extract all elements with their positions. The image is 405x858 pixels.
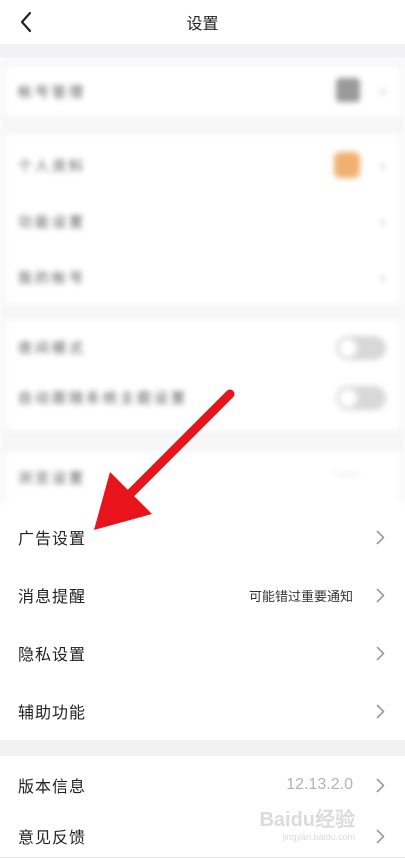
chevron-right-icon bbox=[373, 828, 387, 844]
chevron-right-icon: › bbox=[379, 82, 386, 101]
chevron-right-icon bbox=[373, 529, 387, 545]
section-divider bbox=[0, 740, 405, 756]
blurred-card: 浏览设置 ········ bbox=[6, 452, 400, 502]
blurred-row[interactable]: 我的帐号 › bbox=[6, 252, 400, 302]
house-icon bbox=[336, 78, 360, 102]
avatar bbox=[334, 152, 360, 178]
blurred-row-label: 浏览设置 bbox=[18, 471, 86, 487]
blurred-row-label: 功能设置 bbox=[18, 215, 86, 231]
blurred-settings-area: 帐号管理 › 个人资料 › 功能设置 › 我的帐号 › 夜间模式 自动跟随系统主… bbox=[0, 58, 405, 502]
top-bar: 设置 bbox=[0, 0, 405, 44]
settings-row-label: 广告设置 bbox=[18, 529, 87, 548]
settings-row-privacy[interactable]: 隐私设置 bbox=[0, 624, 405, 682]
settings-row-value: 可能错过重要通知 bbox=[248, 589, 353, 605]
blurred-card: 个人资料 › 功能设置 › 我的帐号 › bbox=[6, 134, 400, 304]
section-divider bbox=[0, 44, 405, 58]
settings-row-label: 意见反馈 bbox=[18, 828, 87, 847]
settings-row-label: 版本信息 bbox=[18, 777, 87, 796]
settings-row-ad[interactable]: 广告设置 bbox=[0, 508, 405, 566]
blurred-row-value: ········ bbox=[334, 470, 360, 481]
blurred-row[interactable]: 功能设置 › bbox=[6, 196, 400, 246]
blurred-row[interactable]: 个人资料 › bbox=[6, 140, 400, 190]
settings-row-accessibility[interactable]: 辅助功能 bbox=[0, 682, 405, 740]
blurred-card: 帐号管理 › bbox=[6, 66, 400, 116]
chevron-right-icon bbox=[373, 587, 387, 603]
settings-row-label: 辅助功能 bbox=[18, 703, 87, 722]
settings-row-feedback[interactable]: 意见反馈 bbox=[0, 814, 405, 858]
blurred-row[interactable]: 帐号管理 › bbox=[6, 66, 400, 116]
chevron-right-icon bbox=[373, 703, 387, 719]
page-title: 设置 bbox=[186, 14, 219, 33]
chevron-right-icon bbox=[373, 777, 387, 793]
chevron-right-icon: › bbox=[379, 212, 386, 231]
blurred-row[interactable]: 浏览设置 ········ bbox=[6, 452, 400, 502]
blurred-row-label: 个人资料 bbox=[18, 159, 86, 175]
blurred-row-label: 帐号管理 bbox=[18, 85, 86, 101]
blurred-row[interactable]: 自动跟随系统主题设置 bbox=[6, 372, 400, 428]
version-number: 12.13.2.0 bbox=[286, 776, 353, 793]
settings-row-label: 消息提醒 bbox=[18, 587, 87, 606]
chevron-right-icon: › bbox=[379, 268, 386, 287]
settings-row-label: 隐私设置 bbox=[18, 645, 87, 664]
blurred-row-label: 夜间模式 bbox=[18, 341, 86, 357]
blurred-row[interactable]: 夜间模式 bbox=[6, 322, 400, 372]
toggle-switch[interactable] bbox=[336, 336, 386, 360]
settings-row-version[interactable]: 版本信息 12.13.2.0 bbox=[0, 756, 405, 814]
blurred-row-label: 自动跟随系统主题设置 bbox=[18, 391, 188, 407]
settings-row-notifications[interactable]: 消息提醒 可能错过重要通知 bbox=[0, 566, 405, 624]
chevron-right-icon: › bbox=[379, 156, 386, 175]
blurred-row-label: 我的帐号 bbox=[18, 271, 86, 287]
chevron-right-icon bbox=[373, 645, 387, 661]
toggle-switch[interactable] bbox=[336, 386, 386, 410]
blurred-card: 夜间模式 自动跟随系统主题设置 bbox=[6, 320, 400, 430]
